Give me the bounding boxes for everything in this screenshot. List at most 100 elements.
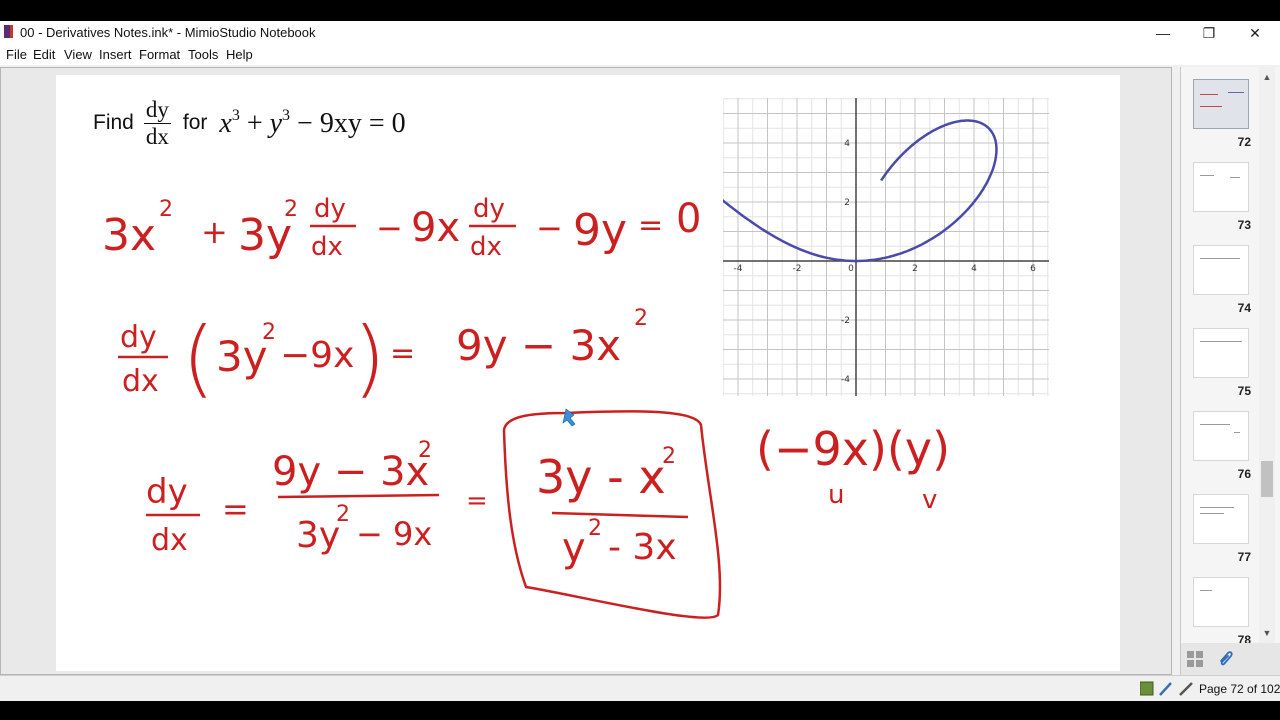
ink-dx: dx [122,364,159,399]
menu-file[interactable]: File [6,47,27,62]
thumbnail-number: 72 [1237,135,1251,149]
thumbnail-item[interactable]: 73 [1193,162,1255,236]
marker-icon[interactable] [1179,682,1193,696]
thumb-sketch [1200,175,1214,176]
menu-view[interactable]: View [64,47,92,62]
ink-term-3x: 3x [102,210,156,261]
ink-exp: 2 [418,438,432,463]
side-note-product: (−9x)(y) u v [756,422,950,515]
ink-exp: 2 [588,516,602,541]
scrollbar-thumb[interactable] [1261,461,1273,497]
panel-toolbar [1180,643,1280,675]
ink-exp: 2 [662,444,676,469]
thumbnail-preview[interactable] [1193,328,1249,378]
thumbnail-preview[interactable] [1193,79,1249,129]
thumbnail-preview[interactable] [1193,577,1249,627]
menu-bar: File Edit View Insert Format Tools Help [0,45,1280,65]
ink-label-v: v [922,485,937,515]
ink-term-9x: 9x [411,205,460,251]
thumbnail-item[interactable]: 72 [1193,79,1255,153]
thumbnail-item[interactable]: 75 [1193,328,1255,402]
handwritten-line-1: 3x 2 + 3y 2 dy dx − 9x dy dx − 9y = 0 [102,194,701,262]
handwritten-line-3: dy dx = 9y − 3x 2 3y 2 − 9x = 3y - x 2 y [146,410,722,619]
ink-denominator: 3y [296,515,340,556]
thumb-sketch [1228,92,1244,93]
handwriting-layer: 3x 2 + 3y 2 dy dx − 9x dy dx − 9y = 0 dy… [102,194,950,619]
menu-format[interactable]: Format [139,47,180,62]
ink-equals: = [466,486,488,516]
ink-exp: 2 [284,197,298,222]
ink-plus: + [201,213,228,251]
page-indicator: Page 72 of 102 [1199,682,1280,696]
ink-boxed-numerator: 3y - x [536,450,666,504]
thumbnail-item[interactable]: 78 [1193,577,1255,651]
app-window: 00 - Derivatives Notes.ink* - MimioStudi… [0,21,1280,701]
ink-boxed-denominator-rest: - 3x [608,527,677,568]
ink-right-paren: ) [353,309,386,407]
handwritten-line-2: dy dx ( 3y 2 −9x ) = 9y − 3x 2 [118,306,648,407]
ink-dy: dy [120,320,157,355]
thumb-sketch [1200,424,1230,425]
ink-term-3y: 3y [216,332,268,381]
scroll-down-arrow-icon[interactable]: ▼ [1259,625,1275,641]
thumb-sketch [1200,258,1240,259]
menu-insert[interactable]: Insert [99,47,132,62]
thumbnail-item[interactable]: 76 [1193,411,1255,485]
ink-numerator: 9y − 3x [272,449,429,495]
attachment-clip-icon[interactable] [1217,649,1235,669]
thumbnail-preview[interactable] [1193,494,1249,544]
ink-minus: − [376,209,403,247]
thumb-sketch [1200,94,1218,95]
status-bar: Page 72 of 102 [0,675,1280,701]
thumbnail-preview[interactable] [1193,411,1249,461]
thumbnail-preview[interactable] [1193,162,1249,212]
ink-dx: dx [470,232,502,262]
ink-exp: 2 [634,306,648,331]
ink-left-paren: ( [182,309,215,407]
ink-dy: dy [146,472,188,512]
ink-rhs: 9y − 3x [456,321,621,370]
title-bar: 00 - Derivatives Notes.ink* - MimioStudi… [0,21,1280,45]
menu-tools[interactable]: Tools [188,47,218,62]
ink-exp: 2 [159,197,173,222]
thumb-sketch [1200,507,1234,508]
scroll-up-arrow-icon[interactable]: ▲ [1259,69,1275,85]
ink-denominator-rest: − 9x [356,515,432,553]
thumbnail-number: 73 [1237,218,1251,232]
thumbnail-number: 76 [1237,467,1251,481]
thumb-sketch [1200,106,1222,107]
status-tool-icons [1140,681,1193,696]
thumbnail-item[interactable]: 74 [1193,245,1255,319]
thumbnail-grid-icon[interactable] [1187,651,1203,667]
minimize-button[interactable]: — [1140,21,1186,45]
thumb-sketch [1234,432,1240,433]
thumbnail-number: 75 [1237,384,1251,398]
menu-edit[interactable]: Edit [33,47,55,62]
restore-button[interactable]: ❐ [1186,21,1232,45]
thumbnail-number: 77 [1237,550,1251,564]
ink-equals: = [390,336,415,371]
thumbnail-preview[interactable] [1193,245,1249,295]
notebook-page[interactable]: Find dy dx for x3 + y3 − 9xy = 0 -4 -2 0… [56,75,1214,693]
ink-fraction-bar [277,493,440,499]
ink-product-expression: (−9x)(y) [756,422,950,476]
ink-equals: = [638,208,663,243]
gallery-icon[interactable] [1140,681,1154,696]
ink-dx: dx [151,523,188,558]
pen-icon[interactable] [1159,682,1172,696]
window-title: 00 - Derivatives Notes.ink* - MimioStudi… [20,25,316,40]
ink-term-minus-9x: −9x [280,335,354,376]
close-button[interactable]: ✕ [1232,21,1278,45]
canvas-area: Find dy dx for x3 + y3 − 9xy = 0 -4 -2 0… [0,67,1214,693]
ink-zero: 0 [676,196,701,242]
ink-minus: − [536,209,563,247]
mimio-app-icon [4,25,13,38]
ink-dy: dy [314,194,346,224]
ink-boxed-denominator: y [562,525,586,571]
thumb-sketch [1200,590,1212,591]
menu-help[interactable]: Help [226,47,253,62]
thumbnail-item[interactable]: 77 [1193,494,1255,568]
ink-exp: 2 [336,502,350,527]
thumbnail-scrollbar[interactable]: ▲ ▼ [1259,67,1275,643]
ink-term-9y: 9y [573,205,627,256]
